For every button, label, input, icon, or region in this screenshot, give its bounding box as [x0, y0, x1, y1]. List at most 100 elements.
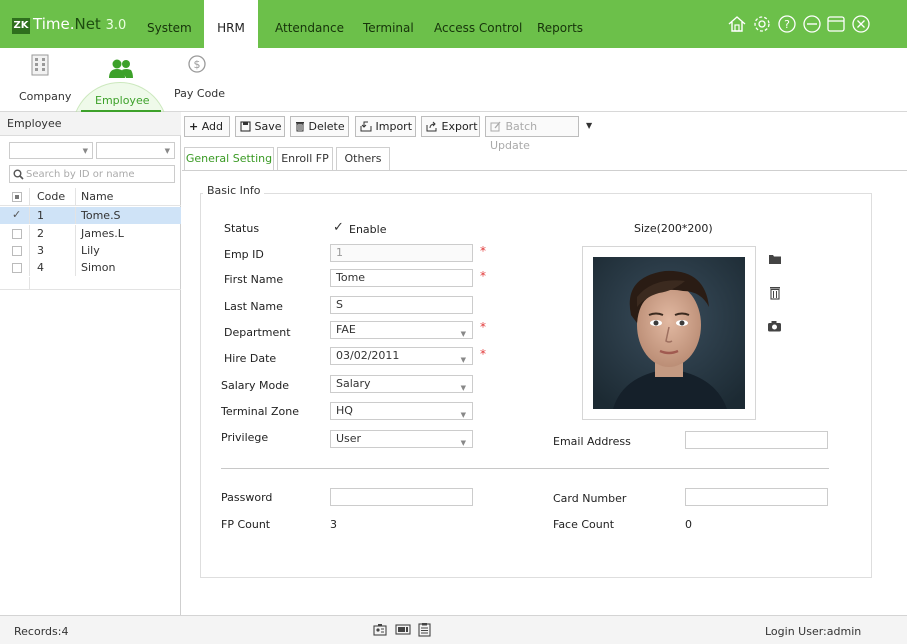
more-dropdown-icon[interactable]: ▼ — [586, 121, 592, 130]
batch-update-icon — [490, 121, 501, 132]
status-label: Status — [224, 222, 260, 235]
row-code: 4 — [37, 261, 44, 274]
camera-icon[interactable] — [767, 320, 782, 332]
column-name[interactable]: Name — [81, 188, 113, 205]
photo-frame[interactable] — [582, 246, 756, 420]
menu-terminal[interactable]: Terminal — [363, 0, 419, 48]
section-title: Basic Info — [203, 184, 265, 197]
ribbon-company-label[interactable]: Company — [19, 90, 71, 103]
password-label: Password — [221, 491, 273, 504]
required-mark: * — [480, 347, 486, 361]
export-button[interactable]: Export — [421, 116, 480, 137]
list-item[interactable]: 4 Simon — [0, 259, 181, 276]
first-name-field[interactable]: Tome — [330, 269, 473, 287]
filter-dropdown-2[interactable]: ▼ — [96, 142, 175, 159]
enable-checkbox[interactable]: ✓ — [333, 220, 344, 235]
ribbon: Company Employee $ Pay Code — [0, 48, 907, 178]
search-placeholder: Search by ID or name — [26, 169, 135, 180]
tab-others[interactable]: Others — [336, 147, 390, 170]
list-item[interactable]: 2 James.L — [0, 225, 181, 242]
salary-mode-select[interactable]: Salary ▼ — [330, 375, 473, 393]
tab-strip-border — [182, 170, 907, 171]
row-name: Lily — [81, 244, 100, 257]
row-checkbox[interactable] — [12, 246, 22, 256]
svg-text:?: ? — [784, 18, 790, 31]
title-bar: ZK Time.Net 3.0 System HRM Attendance Te… — [0, 0, 907, 48]
emp-id-field[interactable]: 1 — [330, 244, 473, 262]
export-icon — [426, 121, 437, 132]
row-checkbox[interactable]: ✓ — [12, 209, 22, 220]
required-mark: * — [480, 244, 486, 258]
ribbon-paycode-label[interactable]: Pay Code — [174, 87, 225, 100]
batch-update-button[interactable]: Batch Update — [485, 116, 579, 152]
required-mark: * — [480, 269, 486, 283]
privilege-select[interactable]: User ▼ — [330, 430, 473, 448]
search-input[interactable]: Search by ID or name — [9, 165, 175, 183]
enable-label: Enable — [349, 223, 387, 236]
row-code: 2 — [37, 227, 44, 240]
password-field[interactable] — [330, 488, 473, 506]
department-select[interactable]: FAE ▼ — [330, 321, 473, 339]
emp-id-label: Emp ID — [224, 248, 264, 261]
employee-icon[interactable] — [107, 58, 135, 80]
column-code[interactable]: Code — [37, 188, 65, 205]
menu-reports[interactable]: Reports — [537, 0, 597, 48]
row-code: 1 — [37, 209, 44, 222]
list-header: Code Name — [0, 188, 181, 206]
select-all-checkbox[interactable] — [12, 192, 22, 202]
report-icon[interactable] — [418, 622, 431, 637]
terminal-zone-select[interactable]: HQ ▼ — [330, 402, 473, 420]
help-icon[interactable]: ? — [777, 14, 797, 34]
menu-hrm[interactable]: HRM — [204, 0, 258, 48]
privilege-label: Privilege — [221, 431, 269, 444]
row-code: 3 — [37, 244, 44, 257]
import-icon — [360, 121, 372, 132]
maximize-icon[interactable] — [826, 14, 846, 34]
tab-general-setting[interactable]: General Setting — [184, 147, 274, 170]
hire-date-label: Hire Date — [224, 352, 277, 365]
delete-button[interactable]: Delete — [290, 116, 349, 137]
gear-icon[interactable] — [752, 14, 772, 34]
add-button[interactable]: + Add — [184, 116, 230, 137]
company-icon[interactable] — [29, 53, 51, 77]
import-button[interactable]: Import — [355, 116, 416, 137]
hire-date-select[interactable]: 03/02/2011 ▼ — [330, 347, 473, 365]
row-name: James.L — [81, 227, 124, 240]
id-card-icon[interactable] — [373, 623, 387, 636]
row-name: Tome.S — [81, 209, 121, 222]
row-checkbox[interactable] — [12, 229, 22, 239]
card-number-label: Card Number — [553, 492, 627, 505]
grid-line — [29, 277, 30, 289]
pay-code-icon[interactable]: $ — [187, 52, 207, 76]
fp-count-value: 3 — [330, 518, 337, 531]
last-name-field[interactable]: S — [330, 296, 473, 314]
device-icon[interactable] — [395, 623, 411, 636]
folder-icon[interactable] — [768, 253, 782, 265]
list-item[interactable]: 3 Lily — [0, 242, 181, 259]
svg-text:$: $ — [194, 58, 201, 71]
trash-icon[interactable] — [769, 286, 781, 300]
close-icon[interactable] — [851, 14, 871, 34]
app-logo-mark: ZK — [12, 18, 30, 34]
minimize-icon[interactable] — [802, 14, 822, 34]
row-checkbox[interactable] — [12, 263, 22, 273]
employee-list-panel: Employee ▼ ▼ Search by ID or name Code N… — [0, 112, 181, 615]
employee-photo — [593, 257, 745, 409]
card-number-field[interactable] — [685, 488, 828, 506]
menu-attendance[interactable]: Attendance — [275, 0, 345, 48]
face-count-value: 0 — [685, 518, 692, 531]
menu-access-control[interactable]: Access Control — [434, 0, 524, 48]
email-field[interactable] — [685, 431, 828, 449]
salary-mode-label: Salary Mode — [221, 379, 290, 392]
email-label: Email Address — [553, 435, 631, 448]
panel-title: Employee — [0, 112, 181, 136]
menu-system[interactable]: System — [147, 0, 197, 48]
tab-enroll-fp[interactable]: Enroll FP — [277, 147, 333, 170]
list-item[interactable]: ✓ 1 Tome.S — [0, 207, 181, 224]
save-button[interactable]: Save — [235, 116, 285, 137]
filter-dropdown-1[interactable]: ▼ — [9, 142, 93, 159]
divider — [221, 468, 829, 469]
department-label: Department — [224, 326, 291, 339]
home-icon[interactable] — [727, 14, 747, 34]
ribbon-employee-label[interactable]: Employee — [95, 94, 149, 107]
